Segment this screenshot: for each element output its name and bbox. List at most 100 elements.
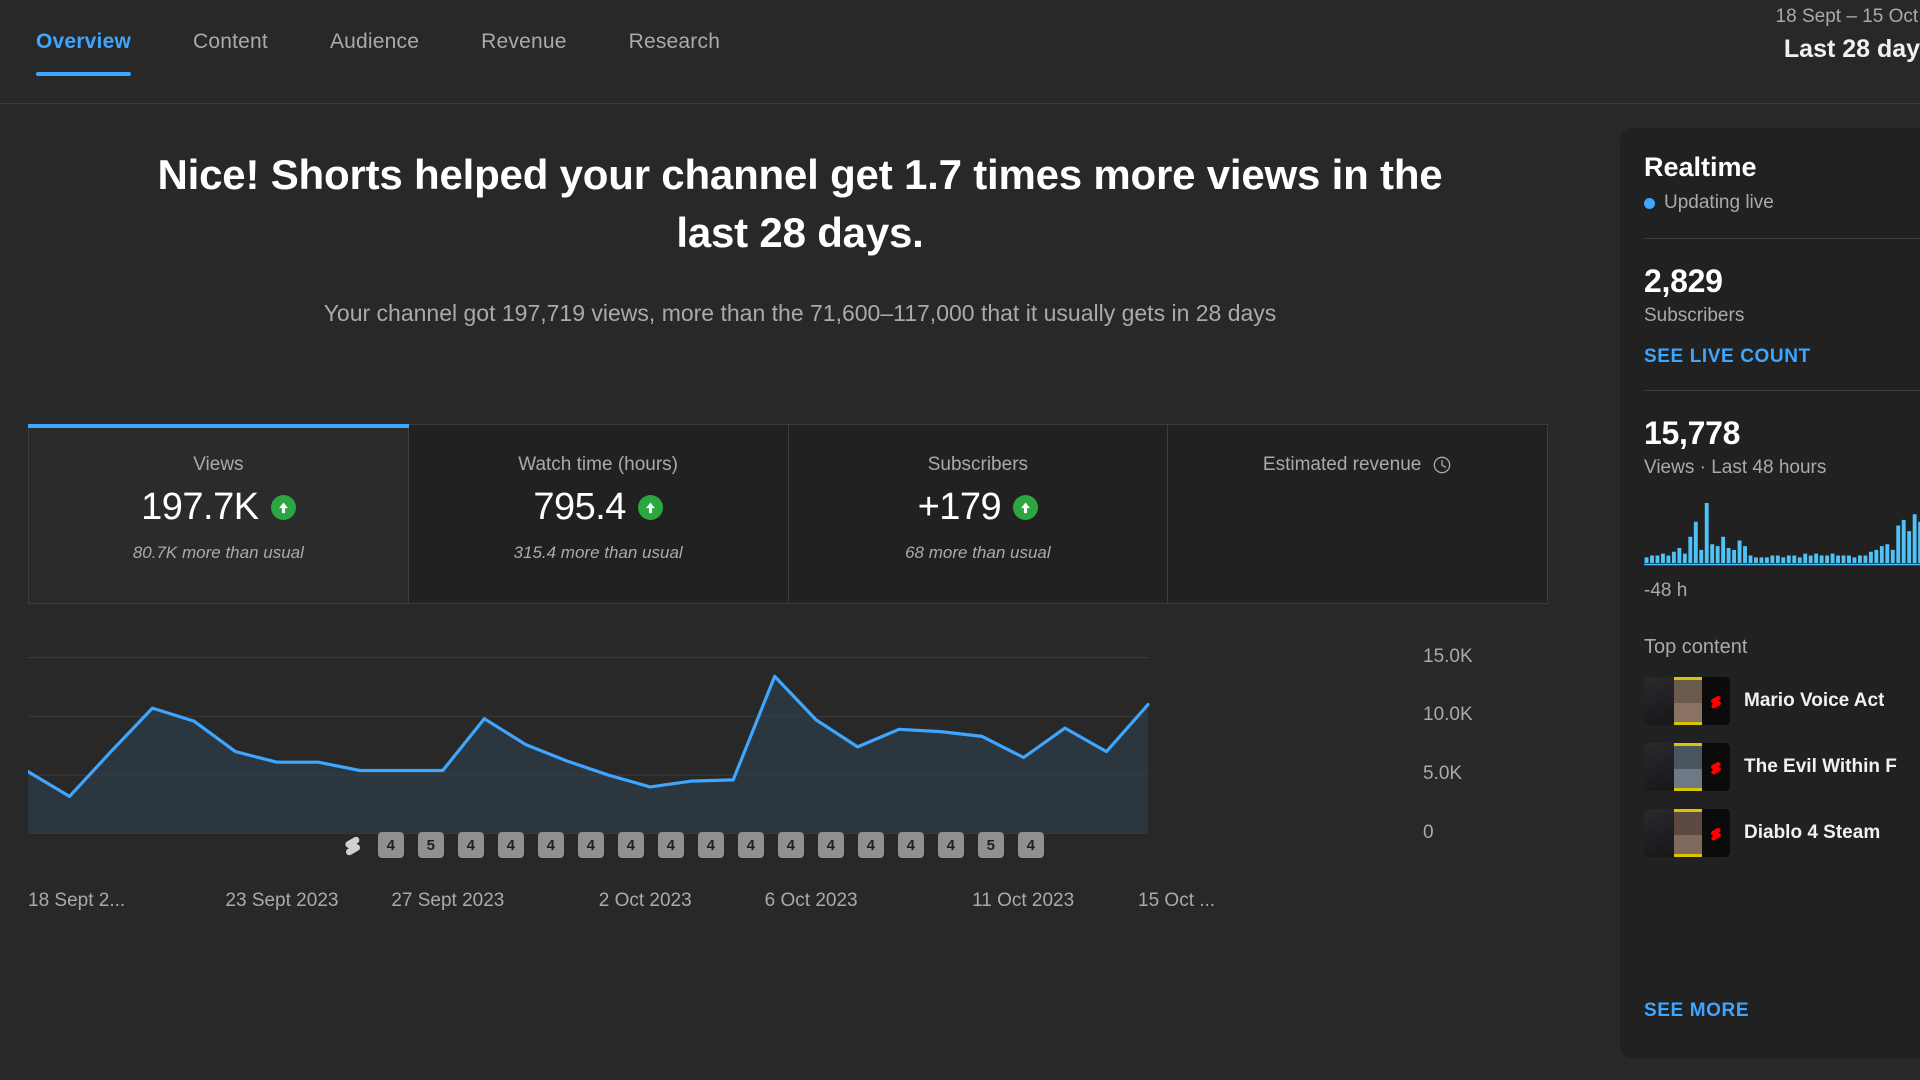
realtime-title: Realtime bbox=[1644, 152, 1757, 182]
tab-audience[interactable]: Audience bbox=[330, 30, 419, 76]
x-axis-tick-label: 11 Oct 2023 bbox=[972, 890, 1075, 911]
video-thumbnail bbox=[1644, 809, 1730, 857]
shorts-badge-glyph bbox=[1710, 695, 1721, 709]
shorts-count-badge[interactable]: 4 bbox=[857, 832, 884, 858]
y-axis-tick-label: 0 bbox=[1423, 822, 1434, 843]
top-content-list: Mario Voice Act The Evil Within F Diablo 4… bbox=[1644, 677, 1920, 857]
youtube-studio-analytics-page: Overview Content Audience Revenue Research 1… bbox=[0, 0, 1920, 1080]
metric-card-label: Subscribers bbox=[789, 454, 1168, 476]
thumbnail-left-panel bbox=[1644, 743, 1674, 791]
metric-card-label: Views bbox=[29, 454, 408, 476]
hero-summary: Nice! Shorts helped your channel get 1.7… bbox=[25, 104, 1575, 327]
metric-card-row: Views 197.7K 80.7K more than usual Watch ti… bbox=[28, 424, 1548, 604]
page-title: Nice! Shorts helped your channel get 1.7… bbox=[157, 151, 1443, 256]
shorts-count-badge[interactable]: 4 bbox=[577, 832, 604, 858]
metric-value-row: 197.7K bbox=[29, 486, 408, 529]
metric-card-views[interactable]: Views 197.7K 80.7K more than usual bbox=[28, 424, 409, 603]
sparkline-bar bbox=[1781, 557, 1786, 564]
shorts-count-badge[interactable]: 5 bbox=[977, 832, 1004, 858]
sparkline-bar bbox=[1847, 555, 1851, 563]
x-axis-tick-label: 6 Oct 2023 bbox=[764, 890, 858, 911]
shorts-badge-row: 45444444444444454 bbox=[340, 830, 1044, 860]
sparkline-bar bbox=[1754, 557, 1758, 564]
video-thumbnail bbox=[1644, 743, 1730, 791]
shorts-count-badge[interactable]: 4 bbox=[817, 832, 844, 858]
video-thumbnail bbox=[1644, 677, 1730, 725]
tab-research[interactable]: Research bbox=[629, 30, 720, 76]
sparkline-bar bbox=[1693, 521, 1698, 563]
tab-revenue[interactable]: Revenue bbox=[481, 30, 566, 76]
top-content-title: Diablo 4 Steam bbox=[1744, 822, 1881, 843]
realtime-panel: Realtime Updating live 2,829 Subscribers… bbox=[1620, 128, 1920, 1058]
see-live-count-link[interactable]: SEE LIVE COUNT bbox=[1644, 346, 1920, 368]
shorts-count-badge[interactable]: 4 bbox=[937, 832, 964, 858]
shorts-count-badge[interactable]: 4 bbox=[657, 832, 684, 858]
date-range-selector[interactable]: 18 Sept – 15 Oct 2 Last 28 days bbox=[1634, 2, 1920, 66]
thumbnail-center-panel bbox=[1674, 743, 1702, 791]
metric-card-watch-time-hours[interactable]: Watch time (hours) 795.4 315.4 more than u… bbox=[409, 425, 789, 603]
shorts-count-badge[interactable]: 4 bbox=[497, 832, 524, 858]
metric-note: 315.4 more than usual bbox=[513, 543, 683, 562]
x-axis-tick-label: 23 Sept 2023 bbox=[225, 890, 339, 911]
realtime-subscribers-label: Subscribers bbox=[1644, 305, 1745, 326]
sparkline-bar bbox=[1764, 557, 1769, 564]
realtime-see-more-link[interactable]: SEE MORE bbox=[1644, 1000, 1749, 1022]
sparkline-bar bbox=[1655, 555, 1660, 563]
x-axis-tick-label: 27 Sept 2023 bbox=[391, 890, 505, 911]
sparkline-bar bbox=[1775, 555, 1780, 563]
shorts-count-badge[interactable]: 4 bbox=[617, 832, 644, 858]
tab-content[interactable]: Content bbox=[193, 30, 268, 76]
chart-x-axis: 18 Sept 2... 23 Sept 2023 27 Sept 2023 2 Oc… bbox=[28, 890, 1428, 930]
sparkline-bar bbox=[1770, 555, 1775, 563]
metric-label-text: Views bbox=[193, 454, 244, 475]
hero-subtext: Your channel got 197,719 views, more tha… bbox=[323, 299, 1277, 326]
metric-label-text: Watch time (hours) bbox=[518, 454, 679, 475]
sparkline-bar bbox=[1825, 555, 1830, 563]
sparkline-bar bbox=[1732, 549, 1737, 564]
sparkline-bar bbox=[1666, 555, 1671, 563]
top-content-item[interactable]: Diablo 4 Steam bbox=[1644, 809, 1920, 857]
sparkline-bar bbox=[1644, 557, 1649, 564]
shorts-count-badge[interactable]: 4 bbox=[737, 832, 764, 858]
realtime-sparkline-chart bbox=[1644, 503, 1920, 566]
metric-note: 68 more than usual bbox=[905, 543, 1051, 562]
top-content-item[interactable]: Mario Voice Act bbox=[1644, 677, 1920, 725]
top-content-title: Mario Voice Act bbox=[1744, 690, 1885, 711]
tab-label: Research bbox=[628, 30, 721, 53]
sparkline-bar bbox=[1715, 546, 1720, 564]
shorts-count-badge[interactable]: 4 bbox=[897, 832, 924, 858]
shorts-count-badge[interactable]: 4 bbox=[377, 832, 404, 858]
chart-area-fill bbox=[28, 676, 1148, 834]
metric-label-text: Subscribers bbox=[927, 454, 1029, 475]
views-chart[interactable]: 45444444444444454 0 5.0K 10.0K 15.0K 18 Sep… bbox=[28, 634, 1548, 1054]
metric-value: 197.7K bbox=[141, 486, 259, 528]
shorts-count-badge[interactable]: 4 bbox=[697, 832, 724, 858]
trend-up-icon bbox=[270, 495, 296, 520]
shorts-count-badge[interactable]: 5 bbox=[417, 832, 444, 858]
metric-value-row: 795.4 bbox=[409, 486, 788, 529]
shorts-count-badge[interactable]: 4 bbox=[537, 832, 564, 858]
sparkline-bar bbox=[1858, 555, 1862, 563]
date-range-text: 18 Sept – 15 Oct 2 bbox=[1775, 6, 1920, 27]
metric-card-subscribers[interactable]: Subscribers +179 68 more than usual bbox=[789, 425, 1169, 603]
tab-label: Overview bbox=[36, 30, 131, 53]
sparkline-bar bbox=[1830, 553, 1835, 564]
shorts-count-badge[interactable]: 4 bbox=[777, 832, 804, 858]
sparkline-bar bbox=[1786, 555, 1791, 563]
shorts-icon bbox=[1708, 692, 1723, 711]
sparkline-bar bbox=[1836, 555, 1840, 563]
shorts-count-badge[interactable]: 4 bbox=[457, 832, 484, 858]
trend-up-icon bbox=[1013, 495, 1039, 520]
top-content-item[interactable]: The Evil Within F bbox=[1644, 743, 1920, 791]
shorts-icon bbox=[1708, 758, 1723, 777]
metric-card-estimated-revenue[interactable]: Estimated revenue bbox=[1168, 425, 1547, 603]
tab-overview[interactable]: Overview bbox=[36, 30, 131, 76]
sparkline-bar bbox=[1808, 555, 1813, 563]
thumbnail-center-panel bbox=[1674, 677, 1702, 725]
sparkline-bar bbox=[1792, 555, 1797, 563]
sparkline-bar bbox=[1890, 549, 1895, 564]
sparkline-bar bbox=[1814, 553, 1819, 564]
metric-card-label: Watch time (hours) bbox=[409, 454, 788, 476]
sparkline-bar bbox=[1885, 544, 1890, 563]
shorts-count-badge[interactable]: 4 bbox=[1017, 832, 1044, 858]
